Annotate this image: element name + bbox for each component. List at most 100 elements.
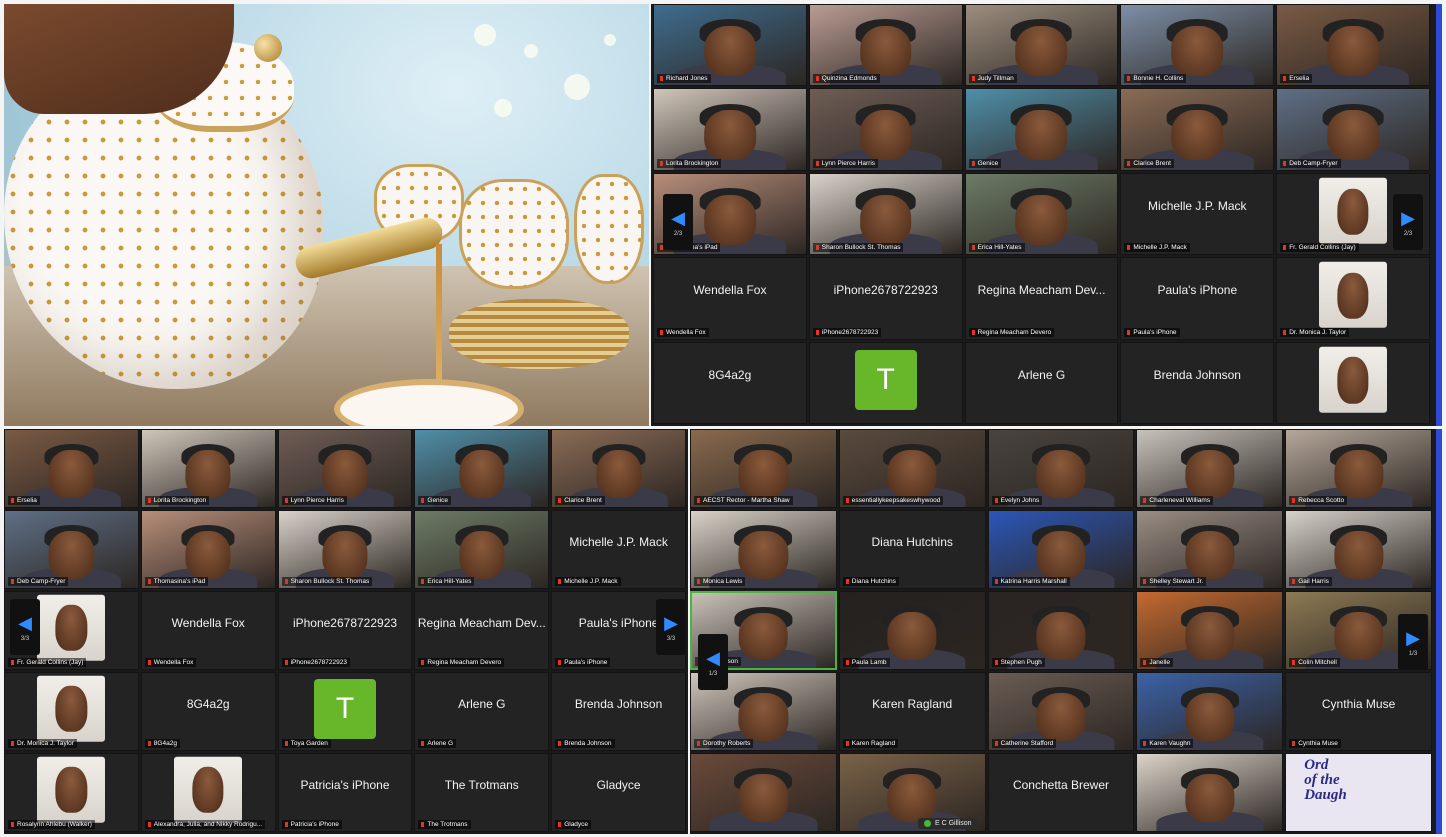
banner-line: Ord <box>1304 757 1329 773</box>
participant-tile[interactable]: Brenda Johnson <box>1120 341 1275 424</box>
participant-face <box>704 110 756 161</box>
participant-tile[interactable]: Alexandra, Julia, and Nikky Rodrigu... <box>140 753 276 832</box>
participant-tile[interactable]: Charleneval Williams <box>1136 429 1284 508</box>
previous-page-button[interactable]: ◀ 2/3 <box>663 194 693 250</box>
participant-tile[interactable]: Michelle J.P. Mack Michelle J.P. Mack <box>1120 172 1275 256</box>
participant-face <box>1333 531 1384 579</box>
participant-tile[interactable]: Arlene G Arlene G <box>414 672 550 751</box>
participant-tile[interactable]: Janelle <box>1136 591 1284 670</box>
participant-tile[interactable]: Gladyce Gladyce <box>551 753 686 832</box>
previous-page-button[interactable]: ◀ 1/3 <box>698 634 728 690</box>
chevron-left-icon: ◀ <box>671 207 685 228</box>
participant-tile[interactable]: Erica Hill-Yates <box>964 172 1119 256</box>
chevron-right-icon: ▶ <box>664 612 678 633</box>
participant-face <box>739 612 788 659</box>
participant-name-label: Monica Lewis <box>694 577 746 586</box>
active-speaker-chip[interactable]: E C Gillison <box>918 818 978 829</box>
chevron-right-icon: ▶ <box>1401 207 1415 228</box>
participant-tile[interactable]: Evelyn Johns <box>987 429 1135 508</box>
participant-tile[interactable]: Sharon Bullock St. Thomas <box>808 172 963 256</box>
participant-face <box>859 25 912 76</box>
participant-tile[interactable]: Lorita Brockington <box>140 429 276 508</box>
participant-tile[interactable]: Diana Hutchins Diana Hutchins <box>838 510 986 589</box>
participant-tile[interactable] <box>1276 341 1430 424</box>
participant-tile[interactable]: AECST Rector - Martha Shaw <box>690 429 837 508</box>
participant-tile[interactable]: Dr. Monica J. Taylor <box>4 672 139 751</box>
participant-tile[interactable]: Wendella Fox Wendella Fox <box>140 591 276 670</box>
participant-tile[interactable] <box>690 753 837 832</box>
participant-tile[interactable]: Brenda Johnson Brenda Johnson <box>551 672 686 751</box>
participant-tile[interactable]: Katrina Harris Marshall <box>987 510 1135 589</box>
participant-tile[interactable]: Karen Vaughn <box>1136 672 1284 751</box>
participant-tile[interactable]: Lynn Pierce Harris <box>808 88 963 171</box>
participant-tile[interactable]: Rebecca Scotto <box>1285 429 1432 508</box>
participant-tile[interactable]: Regina Meacham Dev... Regina Meacham Deve… <box>964 257 1119 340</box>
participant-tile[interactable]: Karen Ragland Karen Ragland <box>838 672 986 751</box>
participant-name-label: Catherine Stafford <box>991 739 1057 748</box>
participant-tile[interactable]: Deb Camp-Fryer <box>4 510 139 589</box>
participant-face <box>185 450 231 498</box>
participant-tile[interactable]: Clarice Brent <box>551 429 686 508</box>
participant-display-name: Regina Meacham Dev... <box>417 615 546 630</box>
participant-name-label: Lorita Brockington <box>657 158 722 168</box>
participant-tile[interactable]: Paula's iPhone Paula's iPhone <box>1120 257 1275 340</box>
participant-tile[interactable]: Dr. Monica J. Taylor <box>1276 257 1430 340</box>
participant-tile[interactable]: essentiallykeepsakeswhywood <box>838 429 986 508</box>
participant-tile[interactable]: Lynn Pierce Harris <box>277 429 413 508</box>
participant-tile[interactable]: Lorita Brockington <box>653 88 807 171</box>
participant-tile[interactable]: Bonnie H. Collins <box>1120 4 1275 87</box>
participant-tile[interactable]: Regina Meacham Dev... Regina Meacham Deve… <box>414 591 550 670</box>
participant-tile[interactable]: T <box>808 341 963 424</box>
participant-display-name: Brenda Johnson <box>574 696 663 711</box>
participant-tile[interactable]: Rosalynn Ahlebu (Walker) <box>4 753 139 832</box>
participant-name-label: Gladyce <box>555 820 592 829</box>
participant-tile[interactable]: Ordof theDaughOrder of the Daughters <box>1285 753 1432 832</box>
participant-tile[interactable]: Patricia's iPhone Patricia's iPhone <box>277 753 413 832</box>
participant-tile[interactable]: Genice <box>964 88 1119 171</box>
participant-tile[interactable]: Shelley Stewart Jr. <box>1136 510 1284 589</box>
participant-tile[interactable]: Richard Jones <box>653 4 807 87</box>
participant-tile[interactable]: Michelle J.P. Mack Michelle J.P. Mack <box>551 510 686 589</box>
participant-tile[interactable]: Wendella Fox Wendella Fox <box>653 257 807 340</box>
participant-tile[interactable]: Monica Lewis <box>690 510 837 589</box>
participant-display-name: Arlene G <box>1017 367 1066 382</box>
participant-tile[interactable]: Judy Tillman <box>964 4 1119 87</box>
next-page-button[interactable]: ▶ 3/3 <box>656 599 686 655</box>
next-page-button[interactable]: ▶ 2/3 <box>1393 194 1423 250</box>
participant-tile[interactable]: iPhone2678722923 iPhone2678722923 <box>808 257 963 340</box>
participant-display-name: iPhone2678722923 <box>833 283 938 298</box>
participant-tile[interactable]: Genice <box>414 429 550 508</box>
participant-face <box>887 450 937 498</box>
participant-face <box>1185 450 1235 498</box>
participant-tile[interactable]: Sharon Bullock St. Thomas <box>277 510 413 589</box>
participant-tile[interactable]: Deb Camp-Fryer <box>1276 88 1430 171</box>
participant-tile[interactable]: 8G4a2g 8G4a2g <box>140 672 276 751</box>
participant-tile[interactable]: Erica Hill-Yates <box>414 510 550 589</box>
participant-tile[interactable]: Cynthia Muse Cynthia Muse <box>1285 672 1432 751</box>
participant-display-name: Patricia's iPhone <box>300 777 390 792</box>
participant-tile[interactable]: Arlene G <box>964 341 1119 424</box>
avatar-initial: T <box>313 678 376 739</box>
participant-tile[interactable]: Clarice Brent <box>1120 88 1275 171</box>
participant-tile[interactable] <box>1136 753 1284 832</box>
participant-name-label: Rosalynn Ahlebu (Walker) <box>8 820 95 829</box>
next-page-button[interactable]: ▶ 1/3 <box>1398 614 1428 670</box>
participant-tile[interactable]: Catherine Stafford <box>987 672 1135 751</box>
participant-tile[interactable]: Quinzina Edmonds <box>808 4 963 87</box>
participant-tile[interactable]: Thomasina's iPad <box>140 510 276 589</box>
page-indicator: 2/3 <box>1403 230 1413 237</box>
participant-tile[interactable]: Paula Lamb <box>838 591 986 670</box>
participant-tile[interactable]: Erselia <box>1276 4 1430 87</box>
participant-tile[interactable]: iPhone2678722923 iPhone2678722923 <box>277 591 413 670</box>
profile-photo <box>37 756 106 823</box>
participant-tile[interactable]: Stephen Pugh <box>987 591 1135 670</box>
participant-tile[interactable]: 8G4a2g <box>653 341 807 424</box>
participant-name-label: Diana Hutchins <box>842 577 899 586</box>
participant-tile[interactable]: The Trotmans The Trotmans <box>414 753 550 832</box>
previous-page-button[interactable]: ◀ 3/3 <box>10 599 40 655</box>
participant-tile[interactable]: Erselia <box>4 429 139 508</box>
participant-tile[interactable]: Conchetta Brewer <box>987 753 1135 832</box>
participant-face <box>1333 450 1384 498</box>
participant-tile[interactable]: Gail Harris <box>1285 510 1432 589</box>
participant-tile[interactable]: T Toya Garden <box>277 672 413 751</box>
